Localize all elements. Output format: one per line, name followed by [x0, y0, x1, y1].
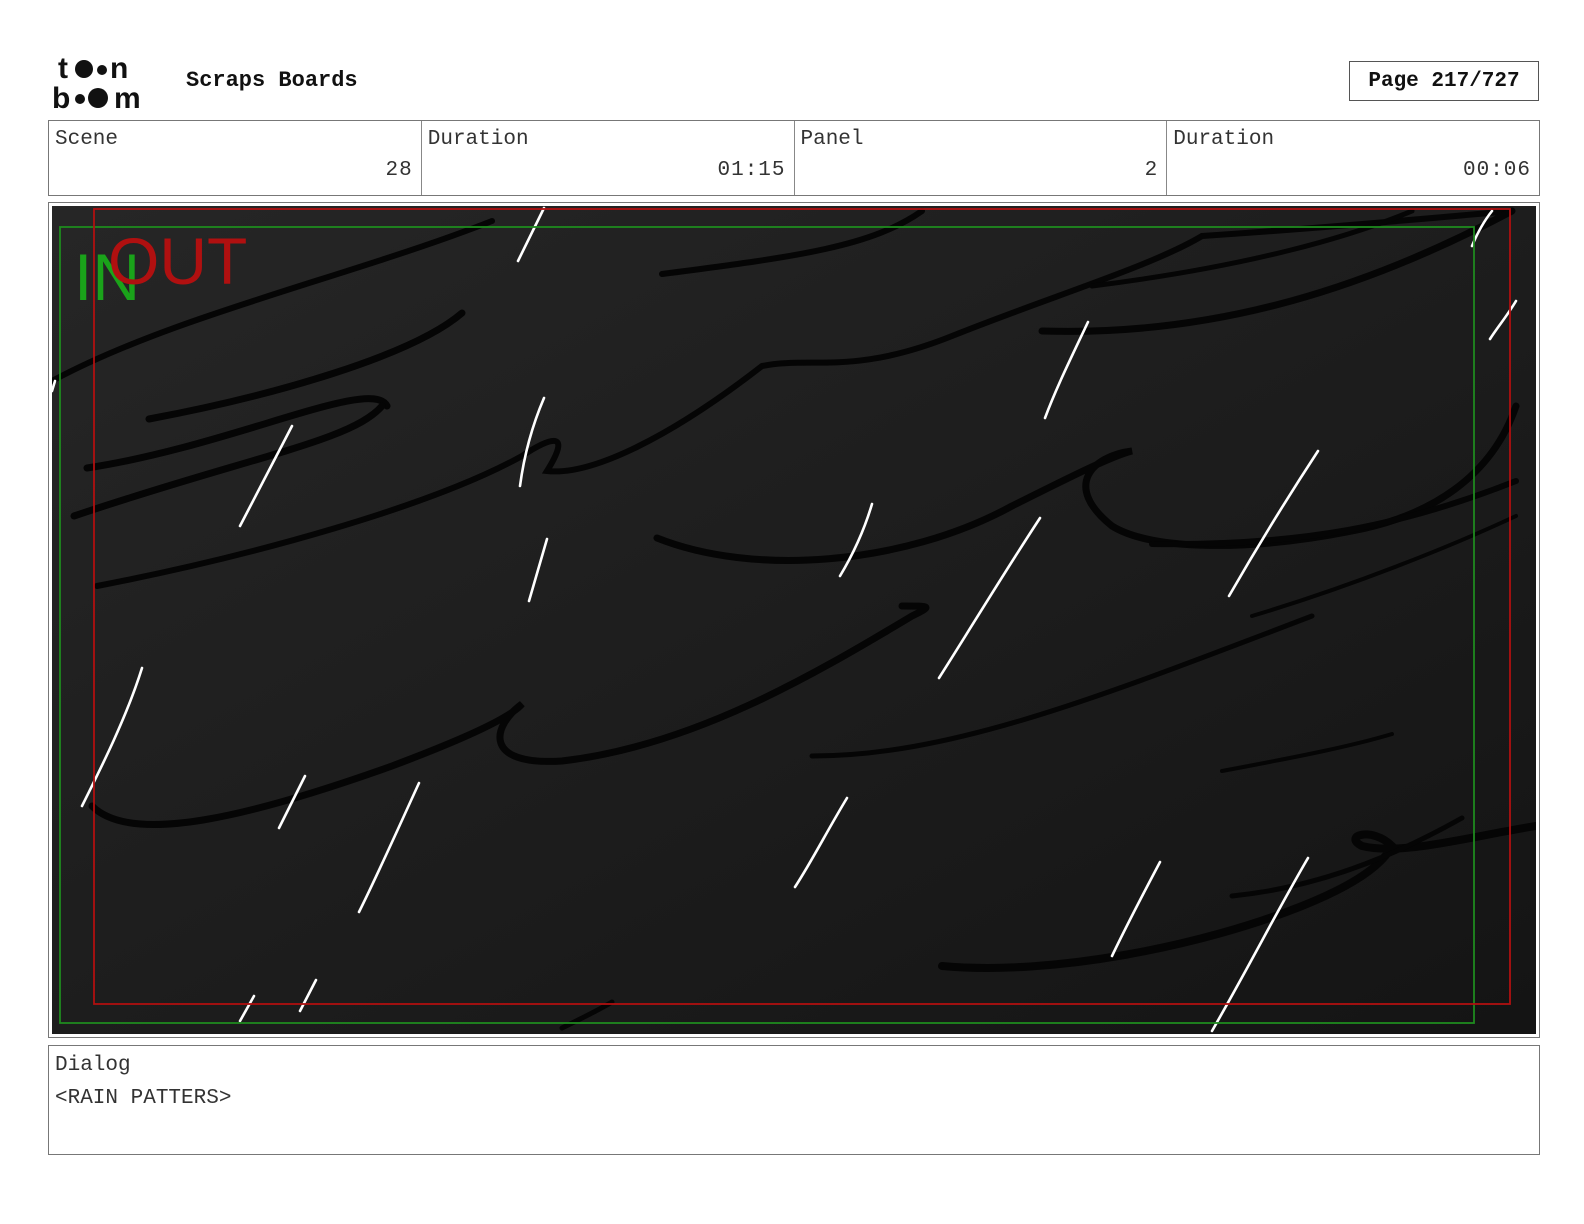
panel-duration-label: Duration [1173, 128, 1275, 151]
project-title: Scraps Boards [186, 68, 358, 93]
scene-duration-cell: Duration 01:15 [422, 121, 795, 195]
dialog-label: Dialog [55, 1054, 131, 1077]
svg-text:n: n [110, 52, 128, 85]
page-number: Page 217/727 [1349, 61, 1539, 101]
panel-label: Panel [800, 128, 864, 151]
panel-background [52, 206, 1536, 1034]
scene-cell: Scene 28 [49, 121, 422, 195]
storyboard-panel [48, 202, 1540, 1038]
scene-duration-value: 01:15 [717, 159, 786, 182]
scene-duration-label: Duration [427, 128, 529, 151]
dialog-box: Dialog <RAIN PATTERS> [48, 1045, 1540, 1155]
scene-label: Scene [55, 128, 119, 151]
scene-value: 28 [385, 159, 413, 182]
panel-value: 2 [1144, 159, 1159, 182]
svg-text:t: t [58, 52, 68, 85]
toon-boom-logo: t n b m [52, 52, 164, 112]
panel-cell: Panel 2 [795, 121, 1168, 195]
panel-duration-value: 00:06 [1462, 159, 1531, 182]
svg-text:b: b [52, 82, 70, 112]
dialog-text: <RAIN PATTERS> [55, 1087, 232, 1110]
svg-text:m: m [114, 82, 141, 112]
panel-drawing [52, 206, 1536, 1034]
out-label: OUT [108, 224, 248, 298]
panel-info-bar: Scene 28 Duration 01:15 Panel 2 Duration… [48, 120, 1540, 196]
panel-duration-cell: Duration 00:06 [1167, 121, 1539, 195]
